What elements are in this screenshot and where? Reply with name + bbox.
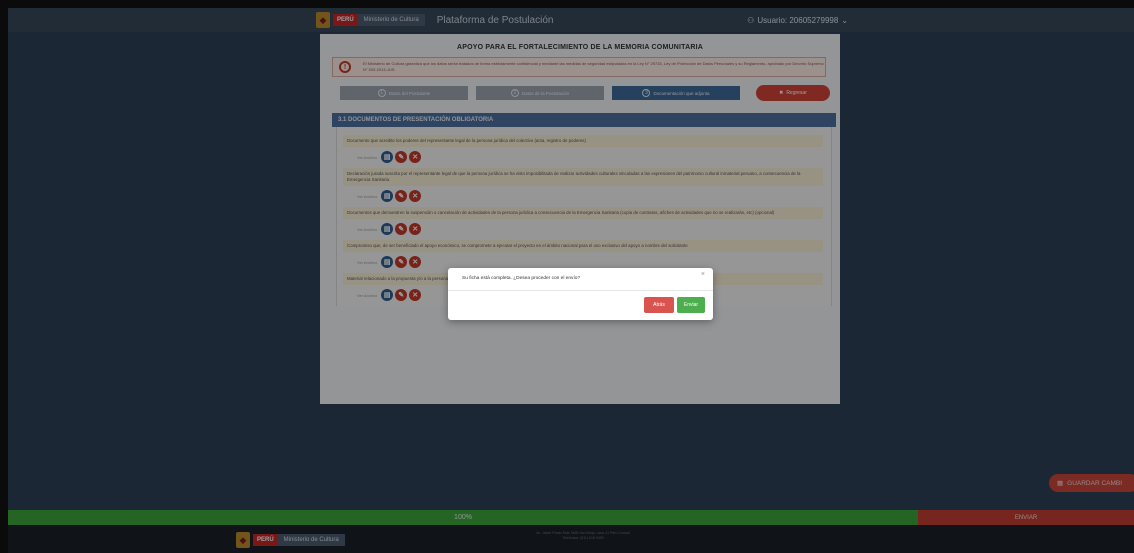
top-bar-inner: ◆ PERÚ Ministerio de Cultura Plataforma …	[316, 8, 848, 32]
coat-of-arms-icon: ◆	[316, 12, 330, 28]
tab-step-3[interactable]: 3 Documentación que adjunta	[612, 86, 740, 100]
close-icon: ✖	[779, 90, 784, 96]
document-item: Documentos que demuestren la suspensión …	[343, 207, 823, 240]
application-panel: APOYO PARA EL FORTALECIMIENTO DE LA MEMO…	[320, 34, 840, 404]
document-label: Declaración jurada suscrita por el repre…	[343, 168, 823, 186]
delete-icon[interactable]: ✕	[409, 190, 422, 202]
progress-text: 100%	[454, 514, 472, 521]
progress-bar: 100%	[8, 510, 918, 525]
chevron-down-icon: ⌄	[841, 15, 848, 25]
privacy-notice-text: El Ministerio de Cultura garantiza que l…	[363, 61, 824, 72]
delete-icon[interactable]: ✕	[409, 256, 422, 268]
privacy-notice: ! El Ministerio de Cultura garantiza que…	[332, 57, 826, 77]
peru-logo: PERÚ	[333, 14, 358, 26]
view-file-link[interactable]: Ver Archivo	[357, 293, 377, 298]
edit-pencil-icon[interactable]: ✎	[395, 256, 408, 268]
app-frame: ◆ PERÚ Ministerio de Cultura Plataforma …	[8, 8, 1134, 553]
view-file-link[interactable]: Ver Archivo	[357, 194, 377, 199]
view-file-link[interactable]: Ver Archivo	[357, 227, 377, 232]
delete-icon[interactable]: ✕	[409, 151, 422, 163]
confirm-dialog: × Su ficha está completa. ¿Desea procede…	[448, 268, 713, 320]
user-label: Usuario: 20605279998	[757, 15, 839, 25]
edit-pencil-icon[interactable]: ✎	[395, 190, 408, 202]
footer: ◆ PERÚ Ministerio de Cultura Av. Javier …	[8, 525, 1134, 553]
view-file-link[interactable]: Ver Archivo	[357, 260, 377, 265]
step-label: Datos del Postulante	[388, 90, 431, 96]
section-header: 3.1 DOCUMENTOS DE PRESENTACIÓN OBLIGATOR…	[332, 113, 836, 127]
document-actions: Ver Archivo ▤ ✎ ✕	[343, 147, 823, 168]
document-label: Compromiso que, de ser beneficiado el ap…	[343, 240, 823, 252]
ministry-logo: Ministerio de Cultura	[357, 14, 425, 26]
document-actions: Ver Archivo ▤ ✎ ✕	[343, 186, 823, 207]
footer-logo: ◆ PERÚ Ministerio de Cultura	[236, 532, 357, 548]
user-icon: ⚇	[747, 15, 755, 25]
save-changes-button[interactable]: ▦ GUARDAR CAMBI	[1049, 474, 1134, 492]
view-document-icon[interactable]: ▤	[381, 190, 394, 202]
edit-pencil-icon[interactable]: ✎	[395, 223, 408, 235]
step-tabs: 1 Datos del Postulante 2 Datos de la Pos…	[340, 85, 840, 101]
ministry-logo: Ministerio de Cultura	[277, 534, 345, 546]
document-item: Declaración jurada suscrita por el repre…	[343, 168, 823, 207]
step-label: Documentación que adjunta	[653, 90, 710, 96]
edit-pencil-icon[interactable]: ✎	[395, 151, 408, 163]
tab-step-1[interactable]: 1 Datos del Postulante	[340, 86, 468, 100]
step-number: 2	[510, 89, 519, 97]
step-number: 1	[377, 89, 386, 97]
top-bar: ◆ PERÚ Ministerio de Cultura Plataforma …	[8, 8, 1134, 32]
document-item: Documento que acredite los poderes del r…	[343, 135, 823, 168]
edit-pencil-icon[interactable]: ✎	[395, 289, 408, 301]
delete-icon[interactable]: ✕	[409, 289, 422, 301]
view-document-icon[interactable]: ▤	[381, 289, 394, 301]
dialog-divider	[448, 290, 713, 291]
send-button[interactable]: ENVIAR	[918, 510, 1134, 525]
step-label: Datos de la Postulación	[521, 90, 570, 96]
confirm-send-button[interactable]: Enviar	[677, 297, 705, 313]
view-document-icon[interactable]: ▤	[381, 151, 394, 163]
document-label: Documentos que demuestren la suspensión …	[343, 207, 823, 219]
peru-logo: PERÚ	[253, 534, 278, 546]
progress-row: 100% ENVIAR	[8, 510, 1134, 525]
dialog-buttons: Atrás Enviar	[644, 297, 705, 313]
platform-title: Plataforma de Postulación	[436, 14, 554, 26]
calendar-icon: ▦	[1057, 480, 1064, 487]
save-changes-label: GUARDAR CAMBI	[1067, 479, 1123, 487]
alert-icon: !	[339, 61, 351, 73]
tab-step-2[interactable]: 2 Datos de la Postulación	[476, 86, 604, 100]
coat-of-arms-icon: ◆	[236, 532, 250, 548]
back-dialog-button[interactable]: Atrás	[644, 297, 674, 313]
view-document-icon[interactable]: ▤	[381, 256, 394, 268]
document-label: Documento que acredite los poderes del r…	[343, 135, 823, 147]
page-title: APOYO PARA EL FORTALECIMIENTO DE LA MEMO…	[456, 44, 704, 51]
user-menu[interactable]: ⚇ Usuario: 20605279998 ⌄	[747, 16, 848, 25]
document-actions: Ver Archivo ▤ ✎ ✕	[343, 219, 823, 240]
footer-address: Av. Javier Prado Este 2465 San Borja, Li…	[536, 531, 630, 540]
dialog-message: Su ficha está completa. ¿Desea proceder …	[462, 276, 581, 281]
view-document-icon[interactable]: ▤	[381, 223, 394, 235]
delete-icon[interactable]: ✕	[409, 223, 422, 235]
back-button[interactable]: ✖ Regresar	[756, 85, 830, 101]
close-icon[interactable]: ×	[701, 271, 705, 278]
view-file-link[interactable]: Ver Archivo	[357, 155, 377, 160]
send-label: ENVIAR	[1014, 514, 1038, 521]
back-button-label: Regresar	[786, 90, 807, 96]
step-number: 3	[642, 89, 651, 97]
